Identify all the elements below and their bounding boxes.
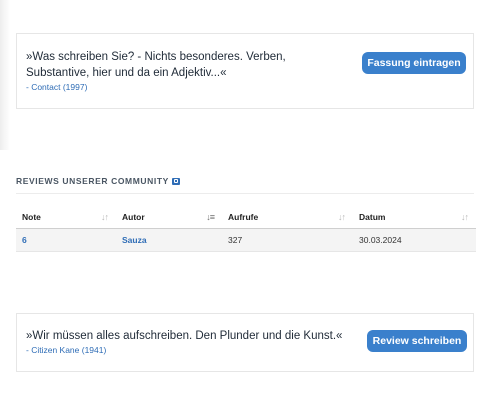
sort-icon[interactable]: ↓↑ bbox=[338, 212, 346, 222]
section-heading-text: REVIEWS UNSERER COMMUNITY bbox=[16, 176, 169, 186]
quote-box-bottom: »Wir müssen alles aufschreiben. Den Plun… bbox=[16, 313, 474, 372]
column-header-label: Autor bbox=[122, 212, 145, 222]
cell-aufrufe: 327 bbox=[222, 228, 353, 252]
table-row: 6 Sauza 327 30.03.2024 bbox=[16, 228, 476, 252]
cell-note[interactable]: 6 bbox=[16, 228, 116, 252]
column-header-label: Datum bbox=[359, 212, 386, 222]
sort-icon[interactable]: ↓↑ bbox=[461, 212, 469, 222]
column-header-label: Aufrufe bbox=[228, 212, 259, 222]
sort-alpha-icon[interactable]: ↓≡ bbox=[206, 212, 215, 222]
left-edge-shadow bbox=[0, 0, 10, 150]
cell-autor: Sauza bbox=[116, 228, 222, 252]
fassung-eintragen-button[interactable]: Fassung eintragen bbox=[362, 52, 466, 74]
column-header-label: Note bbox=[22, 212, 41, 222]
sort-icon[interactable]: ↓↑ bbox=[101, 212, 109, 222]
review-schreiben-button[interactable]: Review schreiben bbox=[367, 330, 467, 352]
quote-box-top: »Was schreiben Sie? - Nichts besonderes.… bbox=[16, 33, 474, 109]
quote-source-link[interactable]: - Citizen Kane (1941) bbox=[26, 345, 106, 355]
column-header-note[interactable]: Note ↓↑ bbox=[16, 206, 116, 229]
note-value-link[interactable]: 6 bbox=[22, 235, 27, 245]
quote-source-link[interactable]: - Contact (1997) bbox=[26, 82, 87, 92]
cell-datum: 30.03.2024 bbox=[353, 228, 476, 252]
table-header-row: Note ↓↑ Autor ↓≡ Aufrufe ↓↑ Datum ↓↑ bbox=[16, 206, 476, 229]
reviews-table: Note ↓↑ Autor ↓≡ Aufrufe ↓↑ Datum ↓↑ 6 S… bbox=[16, 206, 476, 252]
section-divider bbox=[16, 193, 474, 194]
section-heading: REVIEWS UNSERER COMMUNITY bbox=[16, 176, 180, 186]
column-header-datum[interactable]: Datum ↓↑ bbox=[353, 206, 476, 229]
column-header-autor[interactable]: Autor ↓≡ bbox=[116, 206, 222, 229]
author-link[interactable]: Sauza bbox=[122, 235, 147, 245]
column-header-aufrufe[interactable]: Aufrufe ↓↑ bbox=[222, 206, 353, 229]
external-link-icon[interactable] bbox=[171, 178, 180, 185]
quote-text: »Wir müssen alles aufschreiben. Den Plun… bbox=[26, 330, 343, 342]
quote-text: »Was schreiben Sie? - Nichts besonderes.… bbox=[26, 51, 286, 79]
